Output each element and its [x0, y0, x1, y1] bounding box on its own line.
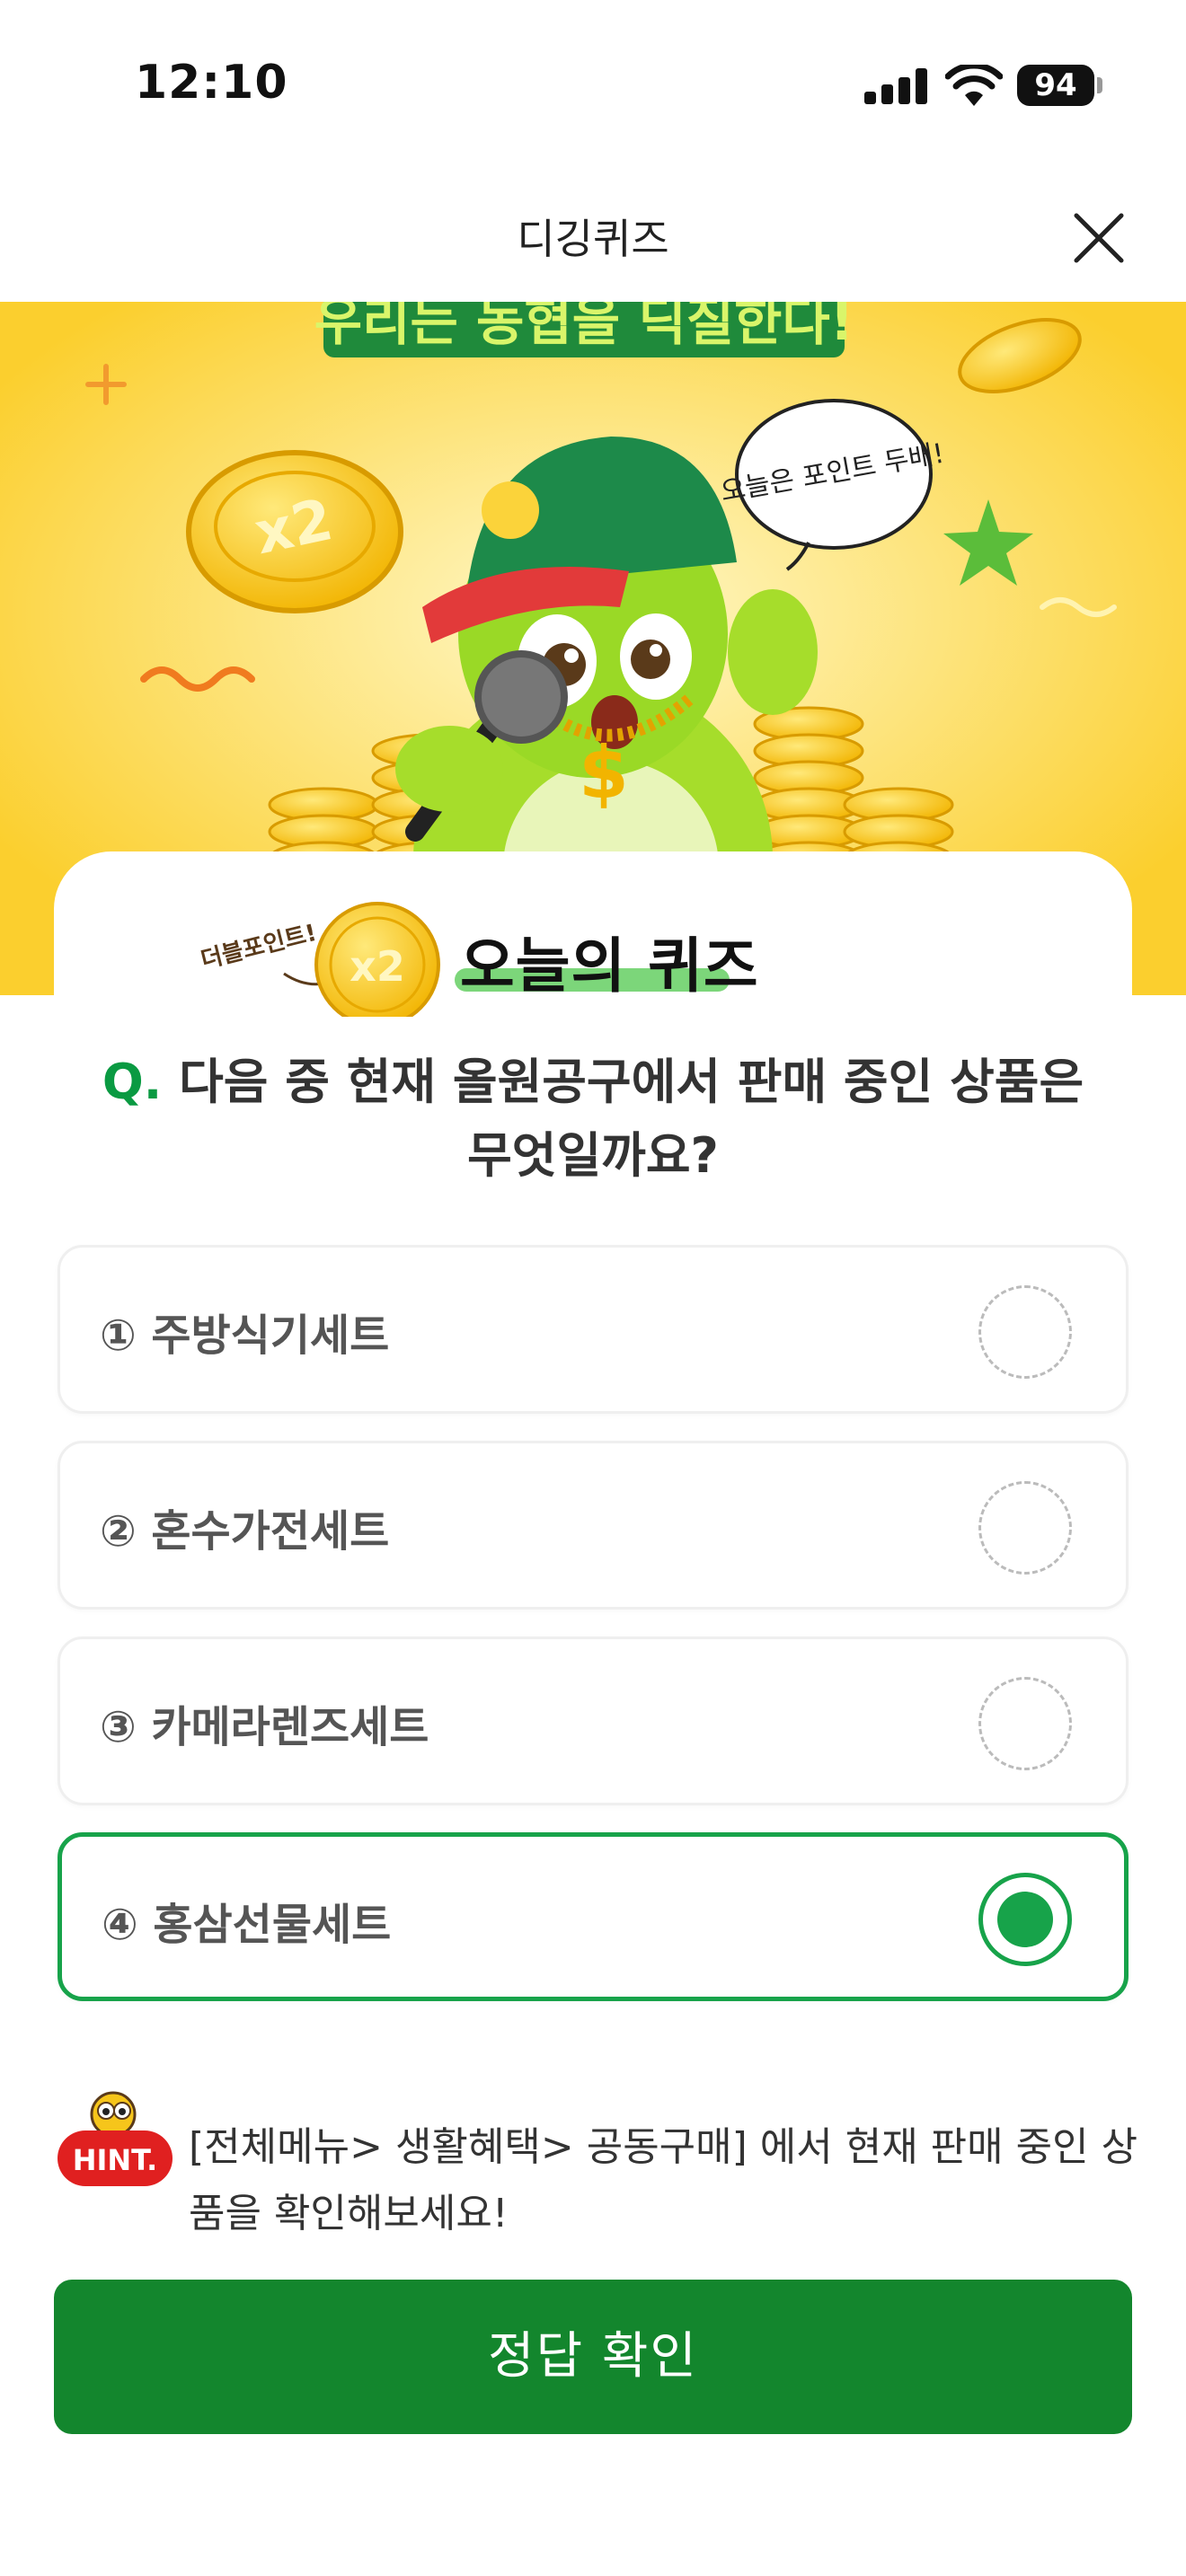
banner-headline: 우리는 농협을 딕질한다! [314, 302, 854, 352]
option-4[interactable]: ④ 홍삼선물세트 [58, 1832, 1128, 2001]
option-label: ① 주방식기세트 [100, 1310, 390, 1361]
close-icon[interactable] [1060, 199, 1137, 277]
option-label: ③ 카메라렌즈세트 [100, 1702, 429, 1752]
badge-coin-label: x2 [350, 942, 405, 991]
battery-tip [1097, 77, 1102, 93]
wifi-icon [945, 65, 1003, 106]
radio-unchecked-icon[interactable] [978, 1285, 1072, 1379]
signal-icon [864, 68, 927, 104]
battery-icon: 94 [1017, 65, 1094, 106]
double-point-tag: 더블포인트! [199, 920, 320, 975]
radio-dot [997, 1892, 1053, 1947]
option-3[interactable]: ③ 카메라렌즈세트 [58, 1636, 1128, 1805]
hint-icon: HINT. [58, 2091, 173, 2186]
question-text: 다음 중 현재 올원공구에서 판매 중인 상품은 무엇일까요? [179, 1054, 1084, 1184]
quiz-heading: 오늘의 퀴즈 [460, 931, 759, 1001]
radio-unchecked-icon[interactable] [978, 1677, 1072, 1770]
quiz-page: 12:10 94 디깅퀴즈 우리는 농협을 딕질한다! x2 오늘은 포인트 두… [0, 0, 1186, 2576]
option-label: ④ 홍삼선물세트 [102, 1900, 392, 1950]
page-title: 디깅퀴즈 [517, 215, 669, 263]
radio-unchecked-icon[interactable] [978, 1481, 1072, 1575]
hint-text: [전체메뉴> 생활혜택> 공동구매] 에서 현재 판매 중인 상품을 확인해보세… [189, 2124, 1138, 2236]
option-label: ② 혼수가전세트 [100, 1506, 390, 1557]
submit-answer-button[interactable]: 정답 확인 [54, 2280, 1132, 2434]
hint-badge-label: HINT. [73, 2143, 158, 2177]
option-1[interactable]: ① 주방식기세트 [58, 1245, 1128, 1414]
page-header: 디깅퀴즈 [0, 171, 1186, 302]
status-bar: 12:10 94 [0, 0, 1186, 171]
svg-text:$: $ [579, 731, 629, 815]
option-2[interactable]: ② 혼수가전세트 [58, 1441, 1128, 1610]
status-time: 12:10 [135, 56, 288, 110]
question-prefix: Q. [102, 1054, 163, 1110]
question: Q. 다음 중 현재 올원공구에서 판매 중인 상품은 무엇일까요? [90, 1045, 1096, 1193]
radio-checked-icon[interactable] [978, 1873, 1072, 1966]
